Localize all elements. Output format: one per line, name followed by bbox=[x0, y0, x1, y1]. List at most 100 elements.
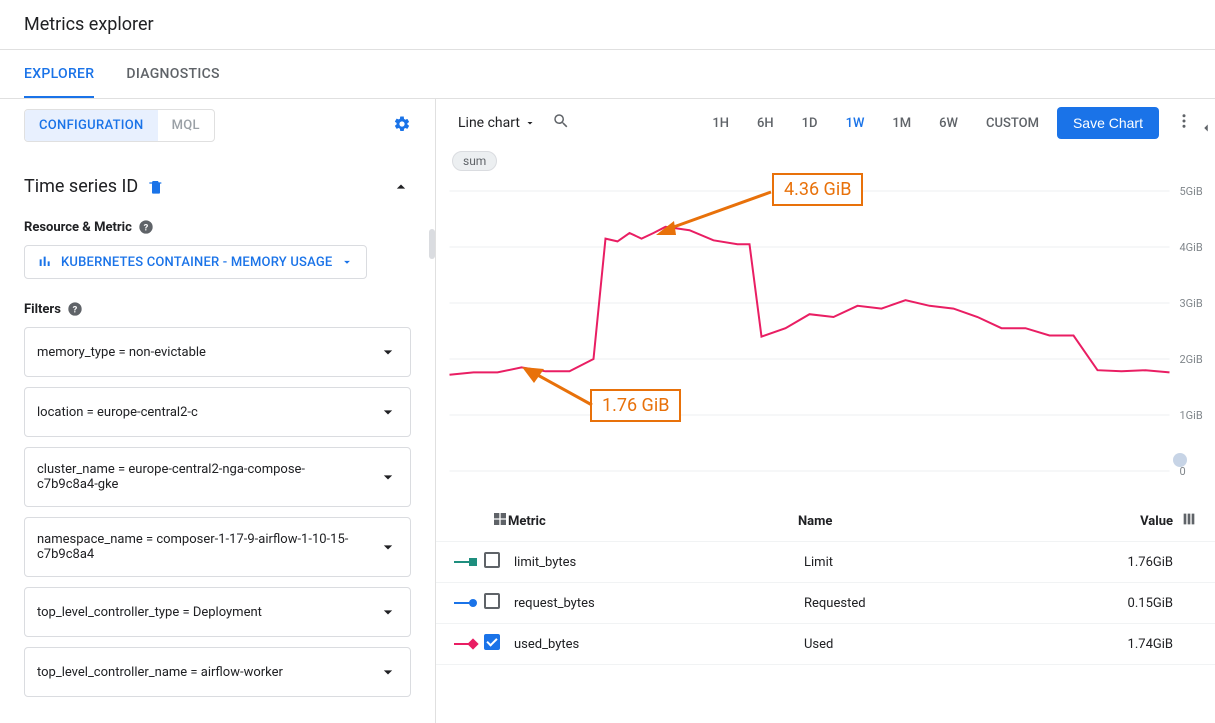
tab-diagnostics[interactable]: DIAGNOSTICS bbox=[126, 50, 219, 98]
series-swatch-icon bbox=[454, 561, 474, 563]
filter-box[interactable]: cluster_name = europe-central2-nga-compo… bbox=[24, 447, 411, 507]
config-tab-mql[interactable]: MQL bbox=[158, 110, 214, 141]
collapse-icon[interactable] bbox=[391, 177, 411, 197]
collapse-panel-icon[interactable] bbox=[1199, 121, 1213, 139]
dropdown-icon bbox=[340, 255, 354, 269]
chevron-down-icon bbox=[378, 662, 398, 682]
chevron-down-icon bbox=[378, 402, 398, 422]
filter-box[interactable]: top_level_controller_type = Deployment bbox=[24, 587, 411, 637]
tab-explorer[interactable]: EXPLORER bbox=[24, 50, 94, 98]
sidebar: CONFIGURATION MQL Time series ID bbox=[0, 99, 436, 723]
legend-value: 0.15GiB bbox=[1093, 596, 1173, 611]
legend-header: Metric Name Value bbox=[436, 501, 1215, 542]
svg-text:2GiB: 2GiB bbox=[1180, 353, 1203, 366]
resource-metric-label: Resource & Metric bbox=[24, 220, 132, 235]
filter-text: cluster_name = europe-central2-nga-compo… bbox=[37, 462, 357, 492]
trash-icon[interactable] bbox=[148, 179, 164, 195]
chart-type-label: Line chart bbox=[458, 115, 520, 131]
legend-col-metric[interactable]: Metric bbox=[508, 514, 798, 529]
dropdown-icon bbox=[524, 117, 536, 129]
filter-box[interactable]: location = europe-central2-c bbox=[24, 387, 411, 437]
svg-text:4GiB: 4GiB bbox=[1180, 241, 1203, 254]
gear-icon[interactable] bbox=[389, 111, 415, 141]
series-swatch-icon bbox=[454, 602, 474, 604]
legend-row[interactable]: request_bytes Requested 0.15GiB bbox=[436, 583, 1215, 624]
filter-box[interactable]: memory_type = non-evictable bbox=[24, 327, 411, 377]
filters-label: Filters bbox=[24, 302, 61, 317]
chart[interactable]: 5GiB 4GiB 3GiB 2GiB 1GiB 0 UTC+1 15:10 1… bbox=[436, 171, 1215, 501]
chart-svg: 5GiB 4GiB 3GiB 2GiB 1GiB 0 UTC+1 15:10 1… bbox=[448, 181, 1211, 481]
range-1m[interactable]: 1M bbox=[882, 110, 921, 137]
filter-text: memory_type = non-evictable bbox=[37, 345, 206, 360]
annotation-base: 1.76 GiB bbox=[590, 389, 681, 422]
arrow-icon bbox=[522, 363, 602, 413]
legend-value: 1.74GiB bbox=[1093, 637, 1173, 652]
svg-text:15:35: 15:35 bbox=[1108, 479, 1135, 481]
chevron-down-icon bbox=[378, 602, 398, 622]
page-title: Metrics explorer bbox=[0, 0, 1215, 50]
range-6w[interactable]: 6W bbox=[929, 110, 968, 137]
search-icon[interactable] bbox=[552, 112, 570, 134]
legend-checkbox[interactable] bbox=[484, 634, 500, 650]
legend-checkbox[interactable] bbox=[484, 552, 500, 568]
filter-text: top_level_controller_name = airflow-work… bbox=[37, 665, 283, 680]
more-icon[interactable] bbox=[1171, 108, 1197, 138]
svg-text:1GiB: 1GiB bbox=[1180, 409, 1203, 422]
legend-value: 1.76GiB bbox=[1093, 555, 1173, 570]
help-icon[interactable]: ? bbox=[138, 219, 154, 235]
chevron-down-icon bbox=[378, 537, 398, 557]
panel-title: Time series ID bbox=[24, 176, 138, 197]
legend-row[interactable]: used_bytes Used 1.74GiB bbox=[436, 624, 1215, 665]
main-tabs: EXPLORER DIAGNOSTICS bbox=[0, 50, 1215, 99]
svg-text:3GiB: 3GiB bbox=[1180, 297, 1203, 310]
column-settings-icon[interactable] bbox=[1173, 511, 1197, 531]
metric-chip-label: KUBERNETES CONTAINER - MEMORY USAGE bbox=[61, 255, 332, 270]
scrollbar-handle[interactable] bbox=[429, 229, 435, 259]
range-custom[interactable]: CUSTOM bbox=[976, 110, 1049, 137]
svg-text:?: ? bbox=[144, 222, 149, 233]
range-1d[interactable]: 1D bbox=[792, 110, 828, 137]
legend-col-name[interactable]: Name bbox=[798, 514, 1093, 529]
legend-name: Limit bbox=[804, 555, 1093, 570]
aggregation-pill[interactable]: sum bbox=[452, 151, 497, 171]
config-tabs: CONFIGURATION MQL bbox=[24, 109, 215, 142]
svg-text:?: ? bbox=[73, 304, 78, 315]
save-chart-button[interactable]: Save Chart bbox=[1057, 107, 1159, 139]
svg-text:5GiB: 5GiB bbox=[1180, 185, 1203, 198]
svg-text:UTC+1: UTC+1 bbox=[450, 479, 483, 481]
columns-icon[interactable] bbox=[484, 511, 508, 531]
svg-text:15:20: 15:20 bbox=[748, 479, 775, 481]
legend-checkbox[interactable] bbox=[484, 593, 500, 609]
legend-col-value[interactable]: Value bbox=[1093, 514, 1173, 529]
range-1w[interactable]: 1W bbox=[836, 110, 875, 137]
arrow-icon bbox=[656, 187, 776, 237]
content-area: Line chart 1H 6H 1D 1W 1M 6W CUSTOM Save… bbox=[436, 99, 1215, 723]
help-icon[interactable]: ? bbox=[67, 301, 83, 317]
filter-box[interactable]: namespace_name = composer-1-17-9-airflow… bbox=[24, 517, 411, 577]
filter-text: top_level_controller_type = Deployment bbox=[37, 605, 262, 620]
chart-type-selector[interactable]: Line chart bbox=[454, 111, 540, 135]
legend-name: Used bbox=[804, 637, 1093, 652]
range-1h[interactable]: 1H bbox=[702, 110, 739, 137]
filter-box[interactable]: top_level_controller_name = airflow-work… bbox=[24, 647, 411, 697]
range-handle[interactable] bbox=[1173, 453, 1187, 467]
svg-text:15:25: 15:25 bbox=[868, 479, 895, 481]
chevron-down-icon bbox=[378, 467, 398, 487]
metric-chip[interactable]: KUBERNETES CONTAINER - MEMORY USAGE bbox=[24, 245, 367, 279]
annotation-peak: 4.36 GiB bbox=[772, 173, 863, 206]
svg-text:15:30: 15:30 bbox=[988, 479, 1015, 481]
legend-metric: used_bytes bbox=[514, 637, 804, 652]
svg-text:15:10: 15:10 bbox=[508, 479, 535, 481]
legend-metric: limit_bytes bbox=[514, 555, 804, 570]
filter-text: location = europe-central2-c bbox=[37, 405, 198, 420]
range-6h[interactable]: 6H bbox=[747, 110, 784, 137]
svg-text:15:15: 15:15 bbox=[628, 479, 655, 481]
legend-name: Requested bbox=[804, 596, 1093, 611]
legend-metric: request_bytes bbox=[514, 596, 804, 611]
chevron-down-icon bbox=[378, 342, 398, 362]
filter-text: namespace_name = composer-1-17-9-airflow… bbox=[37, 532, 357, 562]
legend-row[interactable]: limit_bytes Limit 1.76GiB bbox=[436, 542, 1215, 583]
bar-chart-icon bbox=[37, 254, 53, 270]
config-tab-configuration[interactable]: CONFIGURATION bbox=[25, 110, 158, 141]
series-swatch-icon bbox=[454, 643, 474, 645]
